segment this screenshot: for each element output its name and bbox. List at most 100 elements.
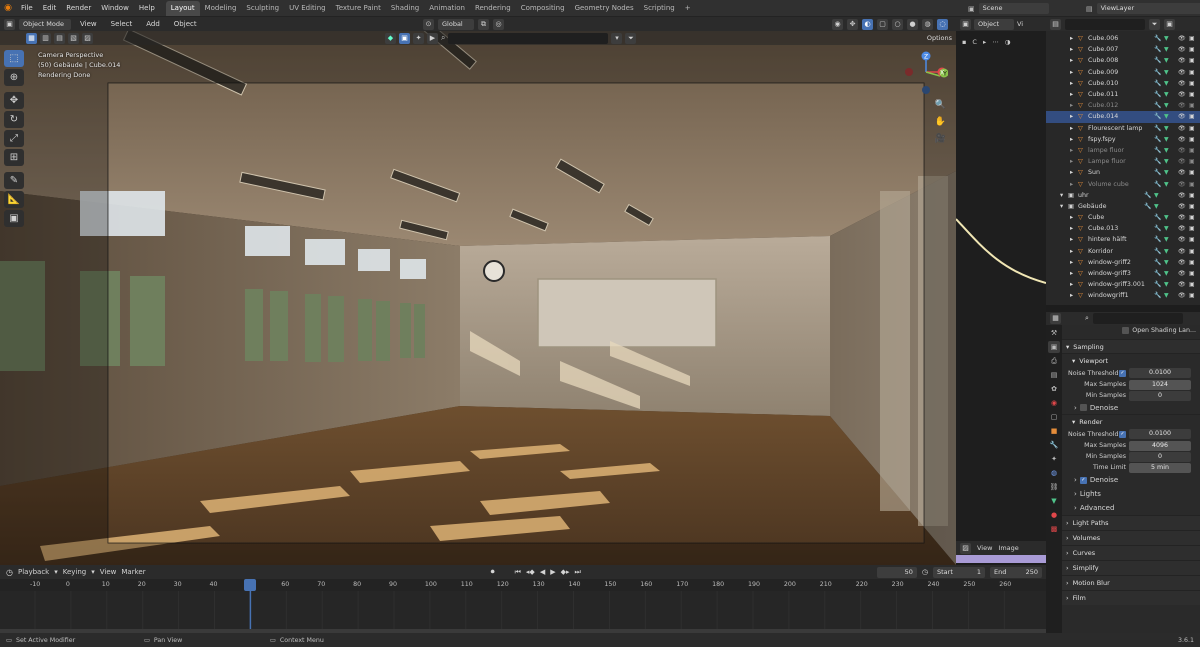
modifier-icon[interactable]: 🔧 bbox=[1154, 248, 1164, 255]
particles-tab-icon[interactable]: ✦ bbox=[1048, 453, 1060, 465]
expand-toggle-icon[interactable]: ▸ bbox=[1070, 181, 1078, 188]
render-camera-icon[interactable]: ▣ bbox=[1189, 214, 1200, 221]
filter-light-icon[interactable]: ✦ bbox=[413, 32, 424, 44]
outliner-row[interactable]: ▸ ▽ Cube.009 🔧 ▼ 👁 ▣ bbox=[1046, 67, 1200, 78]
visibility-eye-icon[interactable]: 👁 bbox=[1178, 169, 1189, 176]
graph-editor[interactable] bbox=[955, 31, 1047, 541]
scene-name[interactable]: Scene bbox=[978, 3, 1049, 14]
modifier-icon[interactable]: 🔧 bbox=[1154, 259, 1164, 266]
mesh-data-icon[interactable]: ▼ bbox=[1164, 35, 1174, 42]
mesh-data-icon[interactable]: ▼ bbox=[1164, 225, 1174, 232]
outliner-item-name[interactable]: Cube.008 bbox=[1088, 57, 1154, 64]
visibility-icon[interactable]: ◉ bbox=[832, 18, 843, 30]
tool-tab-icon[interactable]: ⚒ bbox=[1048, 327, 1060, 339]
render-camera-icon[interactable]: ▣ bbox=[1189, 46, 1200, 53]
properties-search-input[interactable] bbox=[1092, 313, 1183, 324]
noise-threshold-checkbox[interactable]: ✓ bbox=[1119, 369, 1126, 377]
object-tab-icon[interactable]: ■ bbox=[1048, 425, 1060, 437]
mesh-data-icon[interactable]: ▼ bbox=[1164, 292, 1174, 299]
mesh-data-icon[interactable]: ▼ bbox=[1164, 281, 1174, 288]
modifier-icon[interactable]: 🔧 bbox=[1154, 158, 1164, 165]
render-camera-icon[interactable]: ▣ bbox=[1189, 158, 1200, 165]
expand-toggle-icon[interactable]: ▸ bbox=[1070, 158, 1078, 165]
visibility-eye-icon[interactable]: 👁 bbox=[1178, 225, 1189, 232]
modifier-icon[interactable]: 🔧 bbox=[1154, 80, 1164, 87]
mesh-data-icon[interactable]: ▼ bbox=[1164, 214, 1174, 221]
tab-modeling[interactable]: Modeling bbox=[200, 1, 242, 16]
view-layer-tab-icon[interactable]: ▤ bbox=[1048, 369, 1060, 381]
next-key-icon[interactable]: ◆▸ bbox=[561, 568, 570, 576]
menu-edit[interactable]: Edit bbox=[38, 0, 62, 17]
tab-compositing[interactable]: Compositing bbox=[516, 1, 570, 16]
graph-editor-type-icon[interactable]: ▣ bbox=[960, 18, 971, 30]
menu-window[interactable]: Window bbox=[96, 0, 134, 17]
shading-solid-icon[interactable]: ● bbox=[907, 18, 918, 30]
viewport-menu-view[interactable]: View bbox=[75, 17, 102, 31]
outliner-item-name[interactable]: Volume cube bbox=[1088, 181, 1154, 188]
render-camera-icon[interactable]: ▣ bbox=[1189, 248, 1200, 255]
visibility-eye-icon[interactable]: 👁 bbox=[1178, 292, 1189, 299]
outliner-item-name[interactable]: lampe fluor bbox=[1088, 147, 1154, 154]
pan-hand-icon[interactable]: ✋ bbox=[933, 115, 948, 130]
outliner-item-name[interactable]: Lampe fluor bbox=[1088, 158, 1154, 165]
visibility-eye-icon[interactable]: 👁 bbox=[1178, 136, 1189, 143]
proportional-edit-icon[interactable]: ◎ bbox=[493, 18, 504, 30]
properties-type-icon[interactable]: ▦ bbox=[1050, 313, 1061, 324]
outliner-row[interactable]: ▸ ▽ Cube.008 🔧 ▼ 👁 ▣ bbox=[1046, 55, 1200, 66]
visibility-eye-icon[interactable]: 👁 bbox=[1178, 35, 1189, 42]
auto-snap-icon[interactable]: ⋯ bbox=[992, 38, 999, 46]
visibility-eye-icon[interactable]: 👁 bbox=[1178, 181, 1189, 188]
scene-tab-icon[interactable]: ✿ bbox=[1048, 383, 1060, 395]
outliner-item-name[interactable]: Cube.011 bbox=[1088, 91, 1154, 98]
tab-uv-editing[interactable]: UV Editing bbox=[284, 1, 331, 16]
outliner-row[interactable]: ▸ ▽ Cube.007 🔧 ▼ 👁 ▣ bbox=[1046, 44, 1200, 55]
mesh-data-icon[interactable]: ▼ bbox=[1164, 236, 1174, 243]
outliner-item-name[interactable]: fspy.fspy bbox=[1088, 136, 1154, 143]
mesh-data-icon[interactable]: ▼ bbox=[1164, 113, 1174, 120]
sampling-panel-header[interactable]: ▾ Sampling bbox=[1062, 339, 1200, 353]
axis-gizmo-icon[interactable]: Z X Y bbox=[904, 50, 949, 96]
select-intersect-icon[interactable]: ▨ bbox=[82, 32, 93, 44]
physics-tab-icon[interactable]: ◍ bbox=[1048, 467, 1060, 479]
outliner-row[interactable]: ▸ ▽ lampe fluor 🔧 ▼ 👁 ▣ bbox=[1046, 145, 1200, 156]
select-box-tool-icon[interactable]: ⬚ bbox=[4, 50, 24, 67]
timeline-menu-view[interactable]: View bbox=[100, 568, 117, 576]
mesh-data-icon[interactable]: ▼ bbox=[1164, 136, 1174, 143]
mesh-data-icon[interactable]: ▼ bbox=[1154, 203, 1164, 210]
outliner-item-name[interactable]: Korridor bbox=[1088, 248, 1154, 255]
viewport-search-input[interactable] bbox=[448, 32, 609, 44]
viewport-denoise-row[interactable]: › Denoise bbox=[1062, 401, 1200, 414]
viewport-menu-object[interactable]: Object bbox=[169, 17, 202, 31]
visibility-eye-icon[interactable]: 👁 bbox=[1178, 248, 1189, 255]
material-tab-icon[interactable]: ● bbox=[1048, 509, 1060, 521]
render-denoise-checkbox[interactable]: ✓ bbox=[1079, 476, 1087, 484]
play-icon[interactable]: ▶ bbox=[550, 568, 555, 576]
outliner-item-name[interactable]: window-griff2 bbox=[1088, 259, 1154, 266]
viewlayer-name[interactable]: ViewLayer bbox=[1096, 3, 1200, 14]
transform-tool-icon[interactable]: ⊞ bbox=[4, 149, 24, 166]
modifier-icon[interactable]: 🔧 bbox=[1154, 69, 1164, 76]
outliner-row[interactable]: ▸ ▽ Cube.011 🔧 ▼ 👁 ▣ bbox=[1046, 89, 1200, 100]
viewport-menu-add[interactable]: Add bbox=[141, 17, 165, 31]
viewport-noise-threshold-field[interactable]: 0.0100 bbox=[1129, 368, 1191, 378]
data-tab-icon[interactable]: ▼ bbox=[1048, 495, 1060, 507]
outliner-item-name[interactable]: Cube bbox=[1088, 214, 1154, 221]
render-tab-icon[interactable]: ▣ bbox=[1048, 341, 1060, 353]
end-frame-field[interactable]: End 250 bbox=[990, 566, 1042, 578]
texture-tab-icon[interactable]: ▩ bbox=[1048, 523, 1060, 535]
shading-wireframe-icon[interactable]: ○ bbox=[892, 18, 903, 30]
jump-start-icon[interactable]: ⏮ bbox=[515, 568, 521, 577]
expand-toggle-icon[interactable]: ▸ bbox=[1070, 57, 1078, 64]
lights-row[interactable]: › Lights bbox=[1062, 487, 1200, 501]
expand-toggle-icon[interactable]: ▸ bbox=[1070, 236, 1078, 243]
clock-icon[interactable]: ◷ bbox=[6, 568, 13, 577]
outliner-filter-icon[interactable]: ⏷ bbox=[1149, 18, 1160, 30]
expand-toggle-icon[interactable]: ▸ bbox=[1070, 80, 1078, 87]
outliner-item-name[interactable]: Sun bbox=[1088, 169, 1154, 176]
render-camera-icon[interactable]: ▣ bbox=[1189, 225, 1200, 232]
expand-toggle-icon[interactable]: ▸ bbox=[1070, 292, 1078, 299]
orientation-dropdown[interactable]: Global bbox=[438, 18, 474, 30]
filter-color-icon[interactable]: ◆ bbox=[385, 32, 396, 44]
time-limit-field[interactable]: 5 min bbox=[1129, 462, 1191, 473]
render-noise-threshold-field[interactable]: 0.0100 bbox=[1129, 429, 1191, 439]
